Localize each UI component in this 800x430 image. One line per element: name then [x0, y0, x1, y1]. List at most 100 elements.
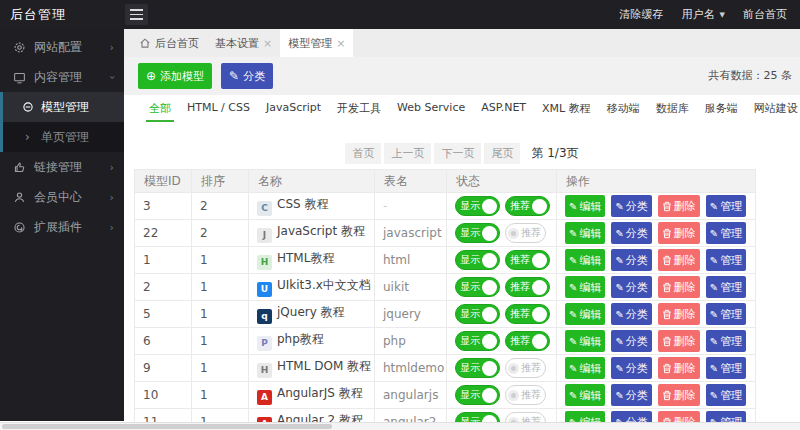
cell-table-name: javascript [375, 220, 447, 247]
category-button[interactable]: ✎分类 [611, 222, 651, 244]
cell-sort: 1 [192, 382, 249, 409]
cell-actions: ✎编辑 ✎分类删除 ✎管理 [557, 301, 756, 328]
edit-button[interactable]: ✎编辑 [565, 222, 605, 244]
category-button[interactable]: ✎ 分类 [221, 63, 273, 89]
filter-tab[interactable]: 移动端 [604, 101, 643, 122]
toggle-on[interactable]: 显示 [455, 358, 500, 378]
toggle-on[interactable]: 显示 [455, 250, 500, 270]
toggle-on[interactable]: 显示 [455, 331, 500, 351]
toggle-on[interactable]: 显示 [455, 385, 500, 405]
category-button[interactable]: ✎分类 [611, 330, 651, 352]
cell-sort: 1 [192, 274, 249, 301]
category-button[interactable]: ✎分类 [611, 384, 651, 406]
tab-model-management[interactable]: 模型管理 × [280, 29, 353, 57]
delete-button[interactable]: 删除 [658, 357, 700, 379]
add-model-button[interactable]: ⊕ 添加模型 [138, 63, 212, 89]
edit-button[interactable]: ✎编辑 [565, 276, 605, 298]
filter-tabs: 全部 HTML / CSS JavaScript 开发工具 Web Service ASP… [124, 95, 800, 122]
cell-name: HHTML DOM 教程 [249, 355, 375, 382]
toggle-on[interactable]: 显示 [455, 304, 500, 324]
sidebar-item-site-config[interactable]: 网站配置 › [0, 32, 124, 62]
edit-button[interactable]: ✎编辑 [565, 249, 605, 271]
toggle-on[interactable]: 显示 [455, 277, 500, 297]
toggle-on[interactable]: 推荐 [505, 250, 550, 270]
cell-name: qjQuery 教程 [249, 301, 375, 328]
clear-cache-link[interactable]: 清除缓存 [620, 7, 664, 22]
edit-button[interactable]: ✎编辑 [565, 303, 605, 325]
filter-tab[interactable]: HTML / CSS [184, 101, 253, 122]
filter-tab[interactable]: Web Service [394, 101, 468, 122]
edit-button[interactable]: ✎编辑 [565, 384, 605, 406]
sidebar-item-model-management[interactable]: 模型管理 [3, 92, 124, 122]
cell-status: 显示推荐 [447, 301, 557, 328]
page-first-button[interactable]: 首页 [345, 143, 381, 164]
filter-tab[interactable]: 开发工具 [334, 101, 384, 122]
edit-button[interactable]: ✎编辑 [565, 330, 605, 352]
manage-button[interactable]: ✎管理 [706, 384, 746, 406]
toggle-off[interactable]: 推荐 [505, 358, 546, 378]
page-prev-button[interactable]: 上一页 [384, 143, 431, 164]
category-button[interactable]: ✎分类 [611, 303, 651, 325]
delete-button[interactable]: 删除 [658, 195, 700, 217]
tab-dashboard[interactable]: 后台首页 [131, 29, 207, 57]
content-icon [12, 70, 26, 84]
horizontal-scrollbar[interactable] [0, 422, 800, 430]
filter-tab[interactable]: 服务端 [702, 101, 741, 122]
scrollbar-thumb[interactable] [2, 424, 332, 429]
manage-button[interactable]: ✎管理 [706, 195, 746, 217]
sidebar-item-member-center[interactable]: 会员中心 › [0, 182, 124, 212]
toggle-on[interactable]: 显示 [455, 196, 500, 216]
filter-tab[interactable]: 全部 [146, 101, 174, 122]
toggle-on[interactable]: 推荐 [505, 196, 550, 216]
table-row: 222JJavaScript 教程javascript显示推荐✎编辑✎分类删除✎… [135, 220, 756, 247]
category-button[interactable]: ✎分类 [611, 249, 651, 271]
filter-tab[interactable]: 网站建设 [751, 101, 800, 122]
page-next-button[interactable]: 下一页 [434, 143, 481, 164]
filter-tab[interactable]: ASP.NET [478, 101, 529, 122]
total-count: 共有数据：25 条 [709, 57, 793, 95]
manage-button[interactable]: ✎管理 [706, 276, 746, 298]
toggle-off[interactable]: 推荐 [505, 223, 546, 243]
manage-button[interactable]: ✎管理 [706, 357, 746, 379]
category-button[interactable]: ✎分类 [611, 195, 651, 217]
close-icon[interactable]: × [336, 38, 345, 49]
filter-tab[interactable]: 数据库 [653, 101, 692, 122]
filter-tab[interactable]: XML 教程 [539, 101, 594, 122]
manage-button[interactable]: ✎管理 [706, 249, 746, 271]
tab-basic-settings[interactable]: 基本设置 × [207, 29, 280, 57]
filter-tab[interactable]: JavaScript [263, 101, 324, 122]
close-icon[interactable]: × [263, 38, 272, 49]
delete-button[interactable]: 删除 [658, 222, 700, 244]
sidebar-item-extensions[interactable]: 扩展插件 › [0, 212, 124, 242]
member-icon [12, 190, 26, 204]
delete-button[interactable]: 删除 [658, 330, 700, 352]
toggle-on[interactable]: 推荐 [505, 277, 550, 297]
chevron-right-icon: › [110, 221, 114, 234]
sidebar-item-content[interactable]: 内容管理 › [0, 62, 124, 92]
toggle-on[interactable]: 显示 [455, 223, 500, 243]
edit-button[interactable]: ✎编辑 [565, 195, 605, 217]
toggle-on[interactable]: 推荐 [505, 304, 550, 324]
manage-button[interactable]: ✎管理 [706, 330, 746, 352]
sidebar-item-page-management[interactable]: › 单页管理 [3, 122, 124, 152]
page-last-button[interactable]: 尾页 [484, 143, 520, 164]
frontend-home-link[interactable]: 前台首页 [743, 7, 787, 22]
sidebar-item-link-management[interactable]: 链接管理 › [0, 152, 124, 182]
category-button[interactable]: ✎分类 [611, 357, 651, 379]
delete-button[interactable]: 删除 [658, 384, 700, 406]
manage-button[interactable]: ✎管理 [706, 222, 746, 244]
category-button[interactable]: ✎分类 [611, 276, 651, 298]
username-dropdown[interactable]: 用户名▼ [682, 7, 725, 22]
model-favicon-icon: C [257, 201, 272, 216]
topbar-menu: 清除缓存 用户名▼ 前台首页 [620, 0, 787, 29]
home-icon [139, 37, 151, 49]
toggle-on[interactable]: 推荐 [505, 331, 550, 351]
toggle-off[interactable]: 推荐 [505, 385, 546, 405]
cell-table-name: - [375, 193, 447, 220]
edit-button[interactable]: ✎编辑 [565, 357, 605, 379]
manage-button[interactable]: ✎管理 [706, 303, 746, 325]
delete-button[interactable]: 删除 [658, 303, 700, 325]
menu-toggle-icon[interactable] [125, 4, 148, 25]
delete-button[interactable]: 删除 [658, 249, 700, 271]
delete-button[interactable]: 删除 [658, 276, 700, 298]
